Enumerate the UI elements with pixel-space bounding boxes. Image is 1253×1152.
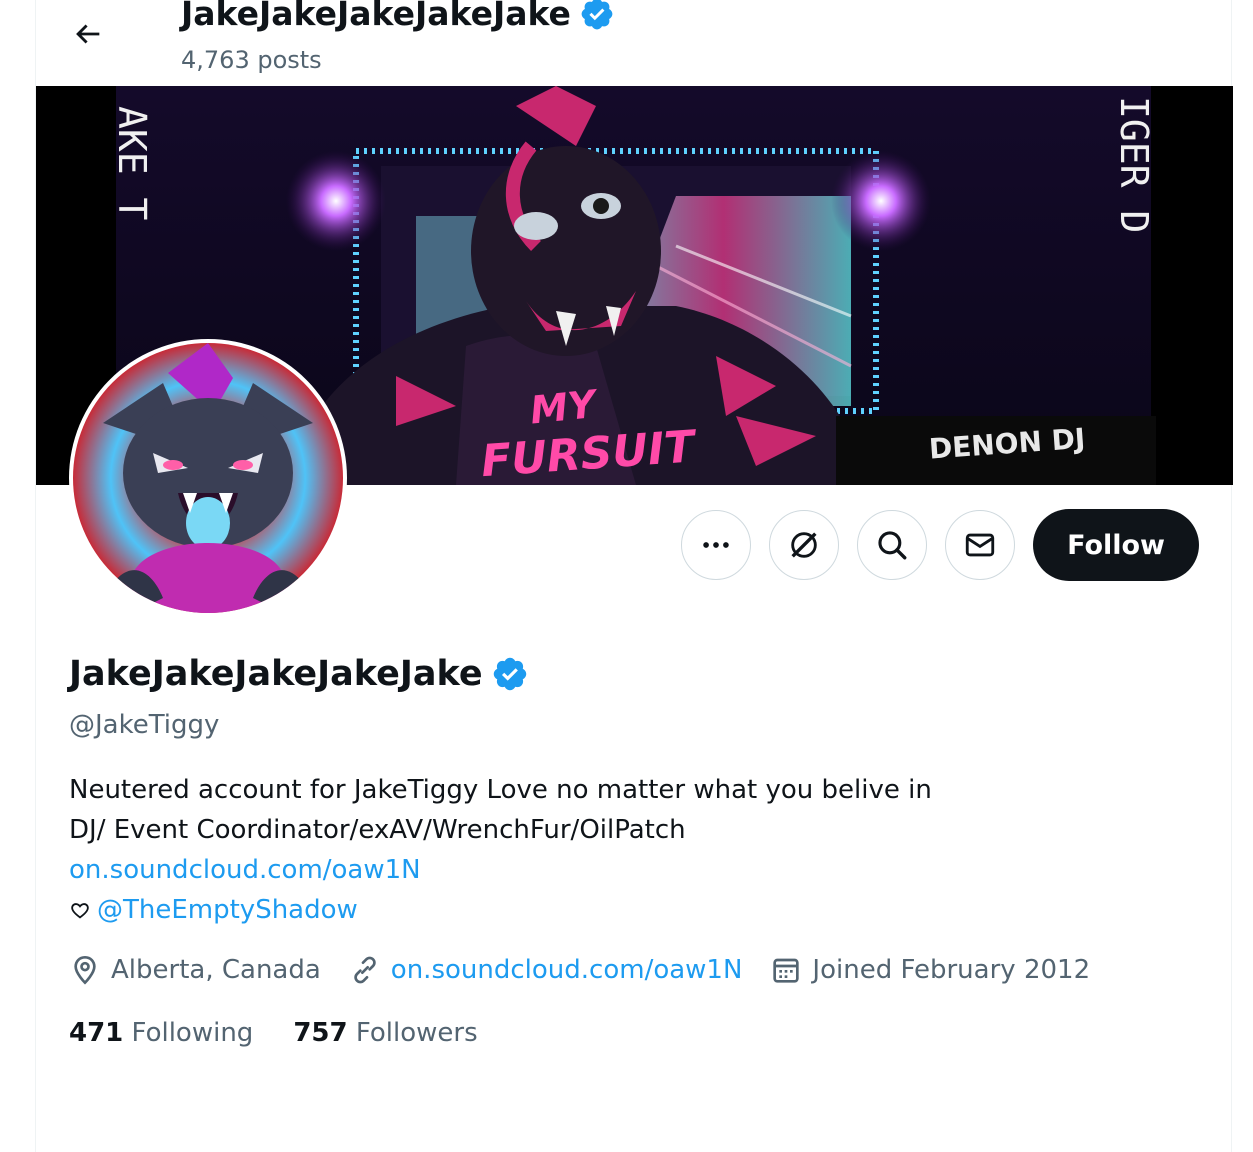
bio-link[interactable]: on.soundcloud.com/oaw1N [69,855,421,885]
location-pin-icon [74,955,96,985]
banner-shirt-line1: MY [528,382,601,433]
joined-text: Joined February 2012 [812,955,1091,985]
profile-meta: Alberta, Canada on.soundcloud.com/oaw1N … [69,954,1118,986]
arrow-left-icon [76,24,100,44]
location-item: Alberta, Canada [69,954,321,986]
profile-column: JakeJakeJakeJakeJake 4,763 posts MY FURS… [35,0,1233,1152]
profile-avatar[interactable] [69,339,347,617]
calendar-icon [773,958,800,983]
post-count: 4,763 posts [181,46,322,74]
follow-button[interactable]: Follow [1033,509,1199,581]
more-button[interactable] [681,510,752,580]
profile-name: JakeJakeJakeJakeJake [69,654,529,694]
bio-line: DJ/ Event Coordinator/exAV/WrenchFur/Oil… [69,815,686,845]
display-name: JakeJakeJakeJakeJake [69,654,483,694]
heart-icon [71,903,89,919]
bio-line: Neutered account for JakeTiggy Love no m… [69,775,932,805]
grok-button[interactable] [769,510,840,580]
banner-side-text-left: AKE T [110,106,154,220]
search-icon [878,531,907,560]
profile-stats: 471 Following 757 Followers [69,1018,478,1048]
bio-mention[interactable]: @TheEmptyShadow [97,890,358,930]
header-name: JakeJakeJakeJakeJake [181,0,571,33]
profile-bio: Neutered account for JakeTiggy Love no m… [69,770,932,930]
following-count: 471 [69,1018,124,1048]
avatar-image [73,343,343,613]
website-item[interactable]: on.soundcloud.com/oaw1N [349,954,743,986]
back-button[interactable] [66,12,110,56]
profile-actions: Follow [681,509,1199,581]
location-text: Alberta, Canada [111,955,321,985]
verified-badge-icon[interactable] [491,655,529,693]
website-link[interactable]: on.soundcloud.com/oaw1N [391,955,743,985]
grok-icon [791,532,817,558]
profile-header: JakeJakeJakeJakeJake 4,763 posts [36,0,1231,86]
message-button[interactable] [945,510,1016,580]
banner-side-text-right: IGER D [1112,96,1156,233]
followers-count: 757 [293,1018,348,1048]
envelope-icon [965,533,995,557]
following-label: Following [131,1018,254,1048]
profile-handle: @JakeTiggy [69,710,220,740]
followers-link[interactable]: 757 Followers [293,1018,477,1048]
search-button[interactable] [857,510,928,580]
verified-badge-icon [581,0,613,29]
followers-label: Followers [355,1018,478,1048]
header-title: JakeJakeJakeJakeJake [181,0,615,33]
following-link[interactable]: 471 Following [69,1018,253,1048]
link-icon [354,956,376,984]
joined-item: Joined February 2012 [770,954,1090,986]
more-icon [703,542,729,548]
